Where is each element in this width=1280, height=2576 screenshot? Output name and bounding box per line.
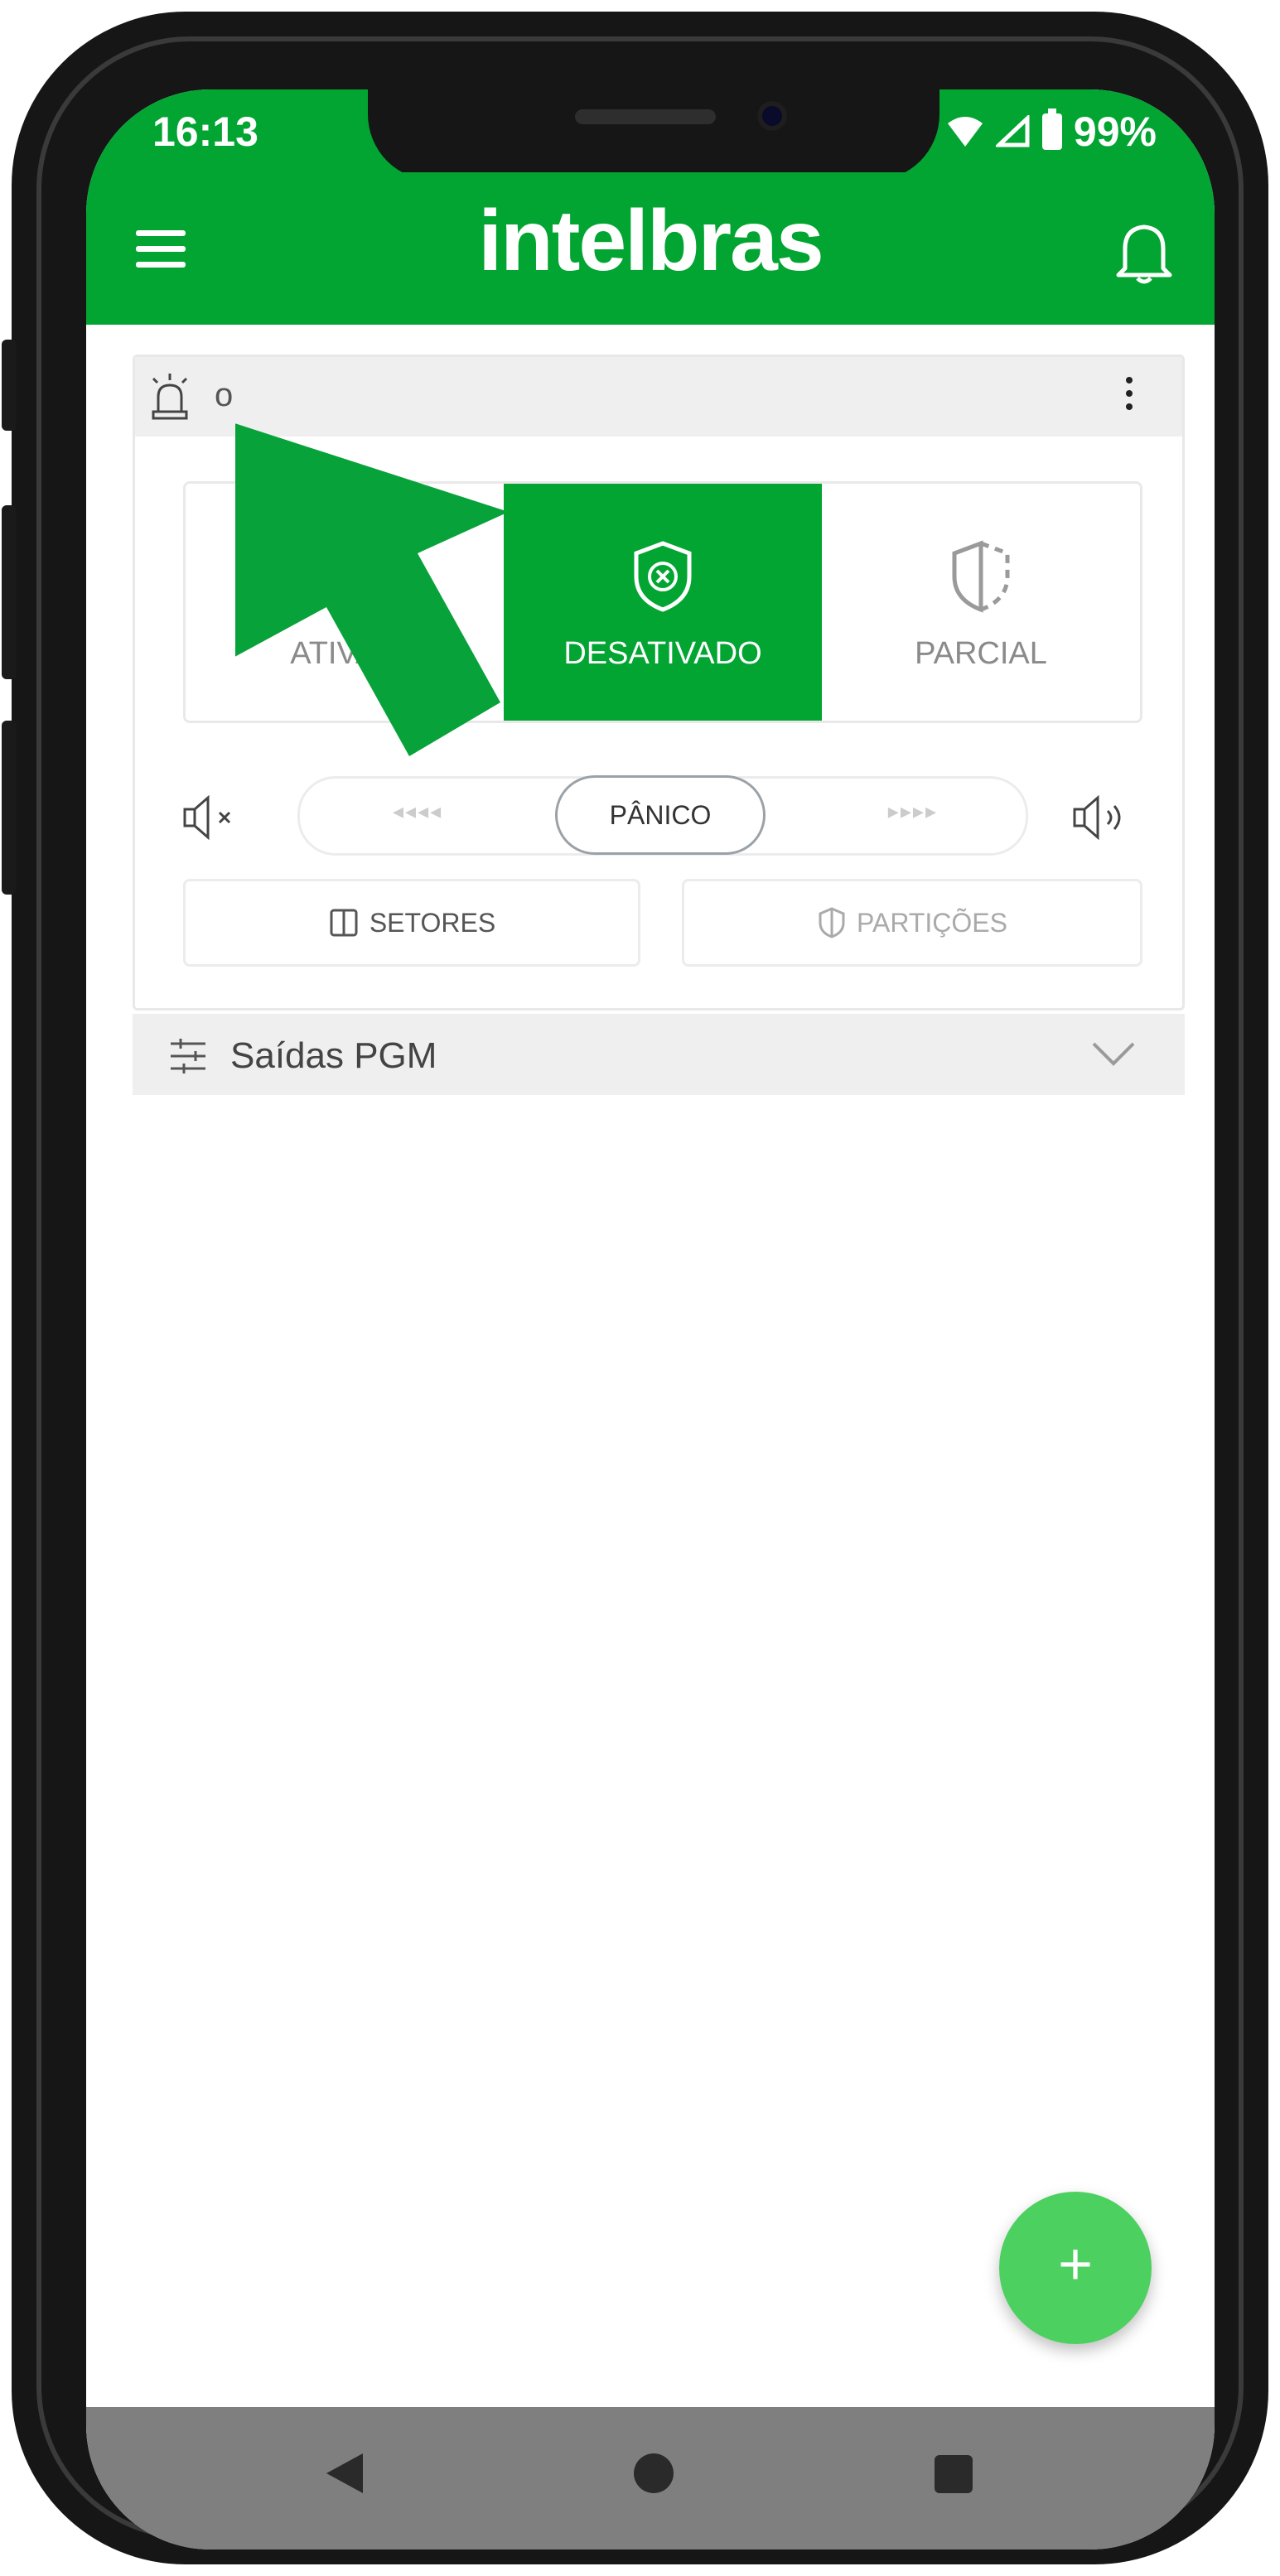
- shield-half-icon: [952, 540, 1010, 613]
- slide-arrows-right: ▸▸▸▸: [887, 798, 938, 823]
- android-nav-bar: [86, 2407, 1215, 2549]
- cellular-signal-icon: [995, 115, 1030, 147]
- sectors-button[interactable]: SETORES: [183, 879, 640, 967]
- more-vertical-icon[interactable]: [1123, 377, 1136, 418]
- sectors-label: SETORES: [369, 907, 496, 938]
- side-button-silent: [2, 340, 17, 431]
- earpiece-speaker: [575, 109, 716, 124]
- status-time: 16:13: [152, 109, 258, 155]
- wifi-icon: [947, 117, 983, 147]
- pointer-arrow-icon: [235, 423, 509, 756]
- pgm-outputs-row[interactable]: Saídas PGM: [133, 1014, 1185, 1095]
- mode-button-disarmed[interactable]: DESATIVADO: [504, 484, 822, 721]
- sliders-icon: [171, 1039, 205, 1073]
- partitions-label: PARTIÇÕES: [857, 907, 1007, 938]
- mode-button-partial[interactable]: PARCIAL: [822, 484, 1140, 721]
- shield-partition-icon: [819, 907, 845, 938]
- app-bar: intelbras: [86, 172, 1215, 325]
- battery-icon: [1041, 109, 1062, 150]
- phone-notch: [368, 89, 939, 181]
- status-icons: 99%: [946, 108, 1157, 156]
- brand-logo: intelbras: [478, 193, 824, 289]
- shield-x-icon: [634, 541, 692, 612]
- battery-percent: 99%: [1073, 109, 1157, 155]
- side-button-volume-up: [2, 505, 17, 679]
- panel-name: o: [215, 377, 234, 413]
- mode-label-partial: PARCIAL: [915, 636, 1047, 671]
- mode-label-disarmed: DESATIVADO: [563, 636, 762, 671]
- nav-back-button[interactable]: [326, 2453, 363, 2493]
- panic-button[interactable]: PÂNICO: [555, 775, 766, 855]
- add-fab-button[interactable]: +: [999, 2192, 1152, 2344]
- partitions-button[interactable]: PARTIÇÕES: [682, 879, 1142, 967]
- side-button-volume-down: [2, 721, 17, 895]
- front-camera: [757, 101, 787, 131]
- pgm-outputs-label: Saídas PGM: [230, 1035, 437, 1076]
- chevron-down-icon[interactable]: [1090, 1039, 1137, 1069]
- nav-home-button[interactable]: [634, 2453, 674, 2493]
- speaker-loud-icon[interactable]: [1070, 794, 1136, 841]
- phone-screen: 16:13 99% intelbras o ATIVAR DESATIVADO …: [86, 89, 1215, 2549]
- siren-icon: [152, 374, 188, 420]
- bell-icon[interactable]: [1115, 220, 1173, 285]
- nav-recents-button[interactable]: [935, 2455, 973, 2493]
- door-icon: [330, 909, 358, 937]
- speaker-mute-icon[interactable]: [180, 794, 246, 841]
- slide-arrows-left: ◂◂◂◂: [393, 798, 443, 823]
